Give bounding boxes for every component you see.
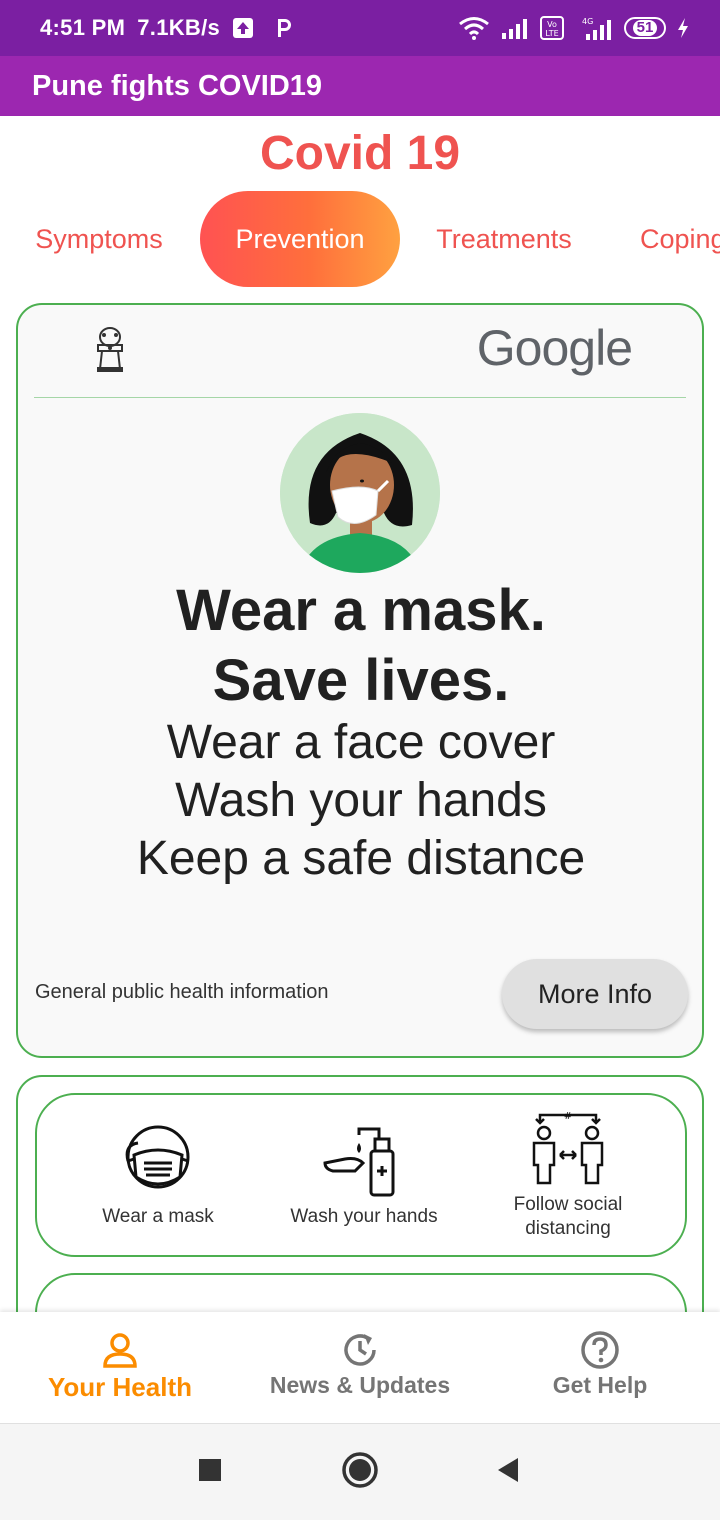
nav-label-get-help: Get Help — [552, 1372, 648, 1398]
nav-label-your-health: Your Health — [48, 1372, 192, 1402]
covid-header: Covid 19 Symptoms Prevention Treatments … — [0, 116, 720, 288]
tip-wash-hands: Wash your hands — [175, 774, 547, 827]
tab-treatments[interactable]: Treatments — [420, 191, 588, 287]
national-emblem-icon — [92, 325, 128, 375]
google-logo: Google — [476, 320, 633, 376]
help-icon — [490, 1330, 710, 1370]
tip-safe-distance: Keep a safe distance — [136, 832, 586, 885]
home-button[interactable] — [336, 1448, 384, 1496]
recent-apps-button[interactable] — [186, 1448, 234, 1496]
prevention-item-wash: Wash your hands — [269, 1121, 459, 1229]
tab-bar: Symptoms Prevention Treatments Coping — [0, 191, 720, 287]
status-speed: 7.1KB/s — [137, 15, 221, 40]
person-icon — [10, 1330, 230, 1370]
battery-icon: 51 — [624, 17, 666, 39]
mask-icon — [63, 1121, 253, 1197]
social-distancing-icon: # — [473, 1109, 663, 1185]
page-title: Covid 19 — [259, 127, 461, 180]
prevention-label-distance: Follow social distancing — [513, 1194, 623, 1239]
signal-icon — [500, 17, 530, 39]
prevention-label-mask: Wear a mask — [102, 1206, 214, 1227]
bottom-navigation: Your Health News & Updates Get Help — [0, 1312, 720, 1424]
back-triangle-icon — [496, 1457, 520, 1488]
prevention-tips-row: Wear a mask Wash your hands # Follow soc… — [35, 1093, 687, 1257]
tip-face-cover: Wear a face cover — [166, 716, 556, 769]
prevention-card: Wear a mask Wash your hands # Follow soc… — [16, 1075, 704, 1312]
status-time: 4:51 PM — [40, 15, 126, 40]
hand-wash-icon — [269, 1121, 459, 1197]
prevention-label-wash: Wash your hands — [290, 1206, 438, 1227]
masked-woman-avatar — [280, 413, 440, 573]
svg-text:4G: 4G — [582, 17, 593, 26]
tab-symptoms[interactable]: Symptoms — [18, 191, 180, 287]
app-title: Pune fights COVID19 — [32, 69, 323, 102]
history-icon — [250, 1330, 470, 1370]
content-area[interactable]: Google Wear a mask. Save lives. Wear a f… — [0, 288, 720, 1312]
tab-coping[interactable]: Coping — [640, 191, 720, 287]
back-button[interactable] — [484, 1448, 532, 1496]
svg-text:LTE: LTE — [545, 29, 558, 38]
general-info-text: General public health information — [35, 981, 329, 1003]
p-app-icon — [274, 17, 294, 39]
nav-get-help[interactable]: Get Help — [490, 1312, 710, 1424]
prevention-item-mask: Wear a mask — [63, 1121, 253, 1229]
status-bar: 4:51 PM 7.1KB/s Vo LTE 4G 51 — [0, 0, 720, 56]
more-info-button[interactable]: More Info — [502, 959, 688, 1029]
app-bar: Pune fights COVID19 — [0, 56, 720, 116]
headline-wear-mask: Wear a mask. — [176, 578, 546, 643]
card-divider — [34, 397, 686, 398]
upload-arrow-icon — [232, 17, 254, 39]
headline-save-lives: Save lives. — [212, 648, 510, 713]
volte-icon: Vo LTE — [540, 16, 564, 40]
wifi-icon — [458, 16, 490, 40]
nav-your-health[interactable]: Your Health — [10, 1312, 230, 1424]
charging-icon — [676, 17, 690, 39]
nav-news-updates[interactable]: News & Updates — [250, 1312, 470, 1424]
system-navigation-bar — [0, 1424, 720, 1520]
circle-icon — [341, 1451, 379, 1494]
next-card-peek — [35, 1273, 687, 1312]
prevention-item-distance: # Follow social distancing — [473, 1109, 663, 1241]
svg-text:#: # — [564, 1111, 572, 1122]
square-icon — [198, 1458, 222, 1487]
nav-label-news-updates: News & Updates — [269, 1372, 451, 1398]
info-card: Google Wear a mask. Save lives. Wear a f… — [16, 303, 704, 1058]
4g-signal-icon: 4G — [574, 16, 614, 40]
svg-text:Vo: Vo — [547, 20, 557, 29]
tab-prevention[interactable]: Prevention — [200, 191, 400, 287]
